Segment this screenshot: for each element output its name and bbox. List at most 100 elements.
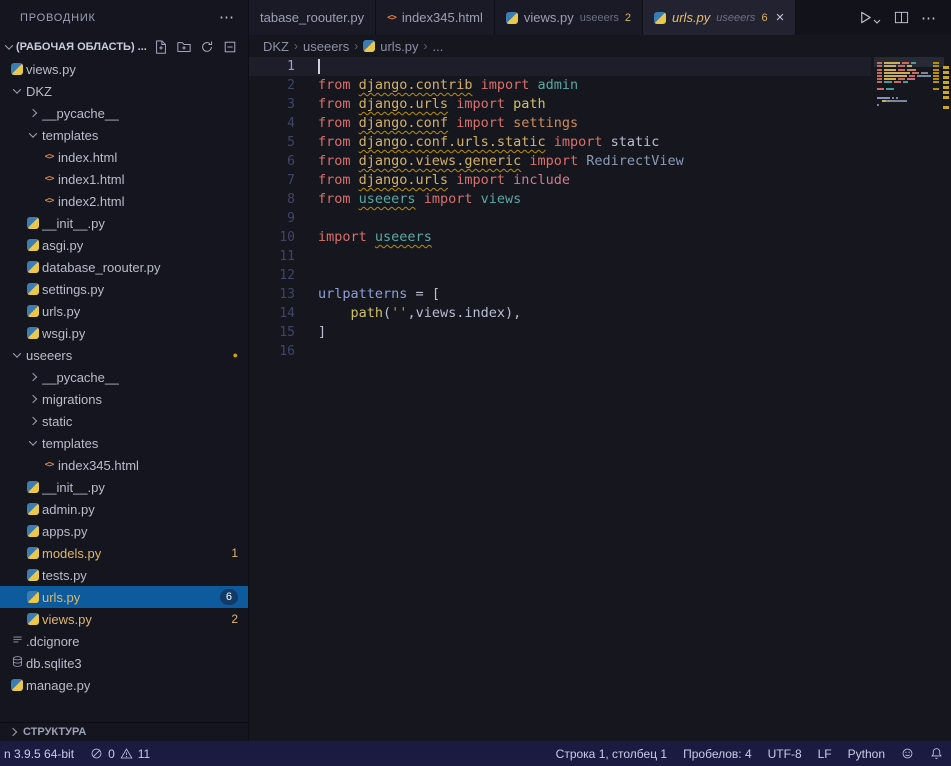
code-token: , [407, 305, 415, 321]
more-actions-icon[interactable]: ⋯ [921, 9, 937, 27]
tree-item-pycache[interactable]: __pycache__ [0, 366, 248, 388]
tree-item-manage-py[interactable]: manage.py [0, 674, 248, 696]
minimap-line [877, 107, 939, 109]
tree-item-dkz[interactable]: DKZ [0, 80, 248, 102]
encoding-item[interactable]: UTF-8 [760, 741, 810, 766]
minimap[interactable] [877, 59, 939, 110]
line-number: 5 [249, 133, 295, 152]
tab-index345-html[interactable]: <>index345.html [376, 0, 495, 35]
chevron-right-icon [29, 417, 37, 425]
new-folder-button[interactable] [176, 39, 192, 55]
tree-item-index2-html[interactable]: <>index2.html [0, 190, 248, 212]
ignore-file-icon [11, 633, 24, 649]
tree-item-slot [24, 305, 42, 317]
tree-item-admin-py[interactable]: admin.py [0, 498, 248, 520]
indentation-item[interactable]: Пробелов: 4 [675, 741, 760, 766]
new-file-button[interactable] [153, 39, 169, 55]
code-token: settings [513, 115, 578, 131]
chevron-down-icon [13, 85, 21, 93]
minimap-line [877, 78, 939, 80]
minimap-token [884, 65, 897, 67]
tree-item-asgi-py[interactable]: asgi.py [0, 234, 248, 256]
tree-item-migrations[interactable]: migrations [0, 388, 248, 410]
outline-section-header[interactable]: СТРУКТУРА [0, 722, 248, 741]
code-line-8[interactable]: 8from useeers import views [249, 190, 871, 209]
tree-item-init-py[interactable]: __init__.py [0, 476, 248, 498]
code-line-9[interactable]: 9 [249, 209, 871, 228]
tree-item-index1-html[interactable]: <>index1.html [0, 168, 248, 190]
collapse-folders-button[interactable] [222, 39, 238, 55]
tree-item-slot: <> [40, 152, 58, 162]
workspace-section-header[interactable]: (РАБОЧАЯ ОБЛАСТЬ) ... [0, 35, 248, 58]
code-line-2[interactable]: 2from django.contrib import admin [249, 76, 871, 95]
chevron-right-icon [29, 373, 37, 381]
tree-item-pycache[interactable]: __pycache__ [0, 102, 248, 124]
code-line-7[interactable]: 7from django.urls import include [249, 171, 871, 190]
refresh-explorer-button[interactable] [199, 39, 215, 55]
cursor-position-item[interactable]: Строка 1, столбец 1 [548, 741, 675, 766]
tree-item-templates[interactable]: templates [0, 432, 248, 454]
tree-item-index345-html[interactable]: <>index345.html [0, 454, 248, 476]
tree-item-views-py[interactable]: views.py [0, 58, 248, 80]
tab-urls-py[interactable]: urls.pyuseeers6× [643, 0, 796, 35]
language-mode-item[interactable]: Python [840, 741, 893, 766]
code-line-3[interactable]: 3from django.urls import path [249, 95, 871, 114]
tree-item-apps-py[interactable]: apps.py [0, 520, 248, 542]
code-line-5[interactable]: 5from django.conf.urls.static import sta… [249, 133, 871, 152]
code-line-4[interactable]: 4from django.conf import settings [249, 114, 871, 133]
code-editor[interactable]: 12from django.contrib import admin3from … [249, 57, 951, 741]
breadcrumb-item-urls-py[interactable]: urls.py [363, 39, 418, 54]
notifications-item[interactable] [922, 741, 951, 766]
code-token: django.conf [359, 115, 448, 131]
minimap-line [877, 75, 939, 77]
tree-item-database-roouter-py[interactable]: database_roouter.py [0, 256, 248, 278]
tree-item-db-sqlite3[interactable]: db.sqlite3 [0, 652, 248, 674]
tree-item-index-html[interactable]: <>index.html [0, 146, 248, 168]
code-token: django.urls [359, 96, 448, 112]
code-line-6[interactable]: 6from django.views.generic import Redire… [249, 152, 871, 171]
code-line-15[interactable]: 15] [249, 323, 871, 342]
minimap-warning-mark [933, 69, 939, 71]
problems-indicator[interactable]: 0 11 [82, 741, 158, 766]
tree-item-label: models.py [42, 546, 101, 561]
tree-item-templates[interactable]: templates [0, 124, 248, 146]
code-line-16[interactable]: 16 [249, 342, 871, 361]
split-editor-button[interactable] [893, 10, 909, 26]
code-line-12[interactable]: 12 [249, 266, 871, 285]
tree-item-tests-py[interactable]: tests.py [0, 564, 248, 586]
tab-tabase-roouter-py[interactable]: tabase_roouter.py [249, 0, 376, 35]
minimap-token [898, 69, 905, 71]
breadcrumb-item-useeers[interactable]: useeers [303, 39, 349, 54]
tree-item-dcignore[interactable]: .dcignore [0, 630, 248, 652]
run-python-file-button[interactable] [858, 10, 881, 25]
python-interpreter-item[interactable]: n 3.9.5 64-bit [0, 741, 82, 766]
tree-item-wsgi-py[interactable]: wsgi.py [0, 322, 248, 344]
feedback-item[interactable] [893, 741, 922, 766]
code-line-1[interactable]: 1 [249, 57, 871, 76]
tree-item-init-py[interactable]: __init__.py [0, 212, 248, 234]
close-icon[interactable]: × [776, 10, 785, 25]
code-token: import [456, 172, 505, 188]
explorer-more-actions-icon[interactable]: ⋯ [219, 10, 234, 25]
code-token: import [529, 153, 578, 169]
breadcrumb-item-[interactable]: ... [433, 39, 444, 54]
code-token [351, 96, 359, 112]
tree-item-urls-py[interactable]: urls.py [0, 300, 248, 322]
tree-item-static[interactable]: static [0, 410, 248, 432]
warning-count: 11 [138, 747, 150, 761]
tree-item-models-py[interactable]: models.py1 [0, 542, 248, 564]
code-line-13[interactable]: 13urlpatterns = [ [249, 285, 871, 304]
tree-item-views-py[interactable]: views.py2 [0, 608, 248, 630]
code-token [505, 115, 513, 131]
tab-views-py[interactable]: views.pyuseeers2 [495, 0, 643, 35]
code-line-11[interactable]: 11 [249, 247, 871, 266]
tree-item-settings-py[interactable]: settings.py [0, 278, 248, 300]
code-line-10[interactable]: 10import useeers [249, 228, 871, 247]
overview-ruler [941, 57, 951, 741]
tree-item-useeers[interactable]: useeers● [0, 344, 248, 366]
breadcrumb-item-dkz[interactable]: DKZ [263, 39, 289, 54]
tree-item-urls-py[interactable]: urls.py6 [0, 586, 248, 608]
code-line-14[interactable]: 14 path('',views.index), [249, 304, 871, 323]
eol-item[interactable]: LF [810, 741, 840, 766]
tab-directory-label: useeers [716, 12, 755, 24]
